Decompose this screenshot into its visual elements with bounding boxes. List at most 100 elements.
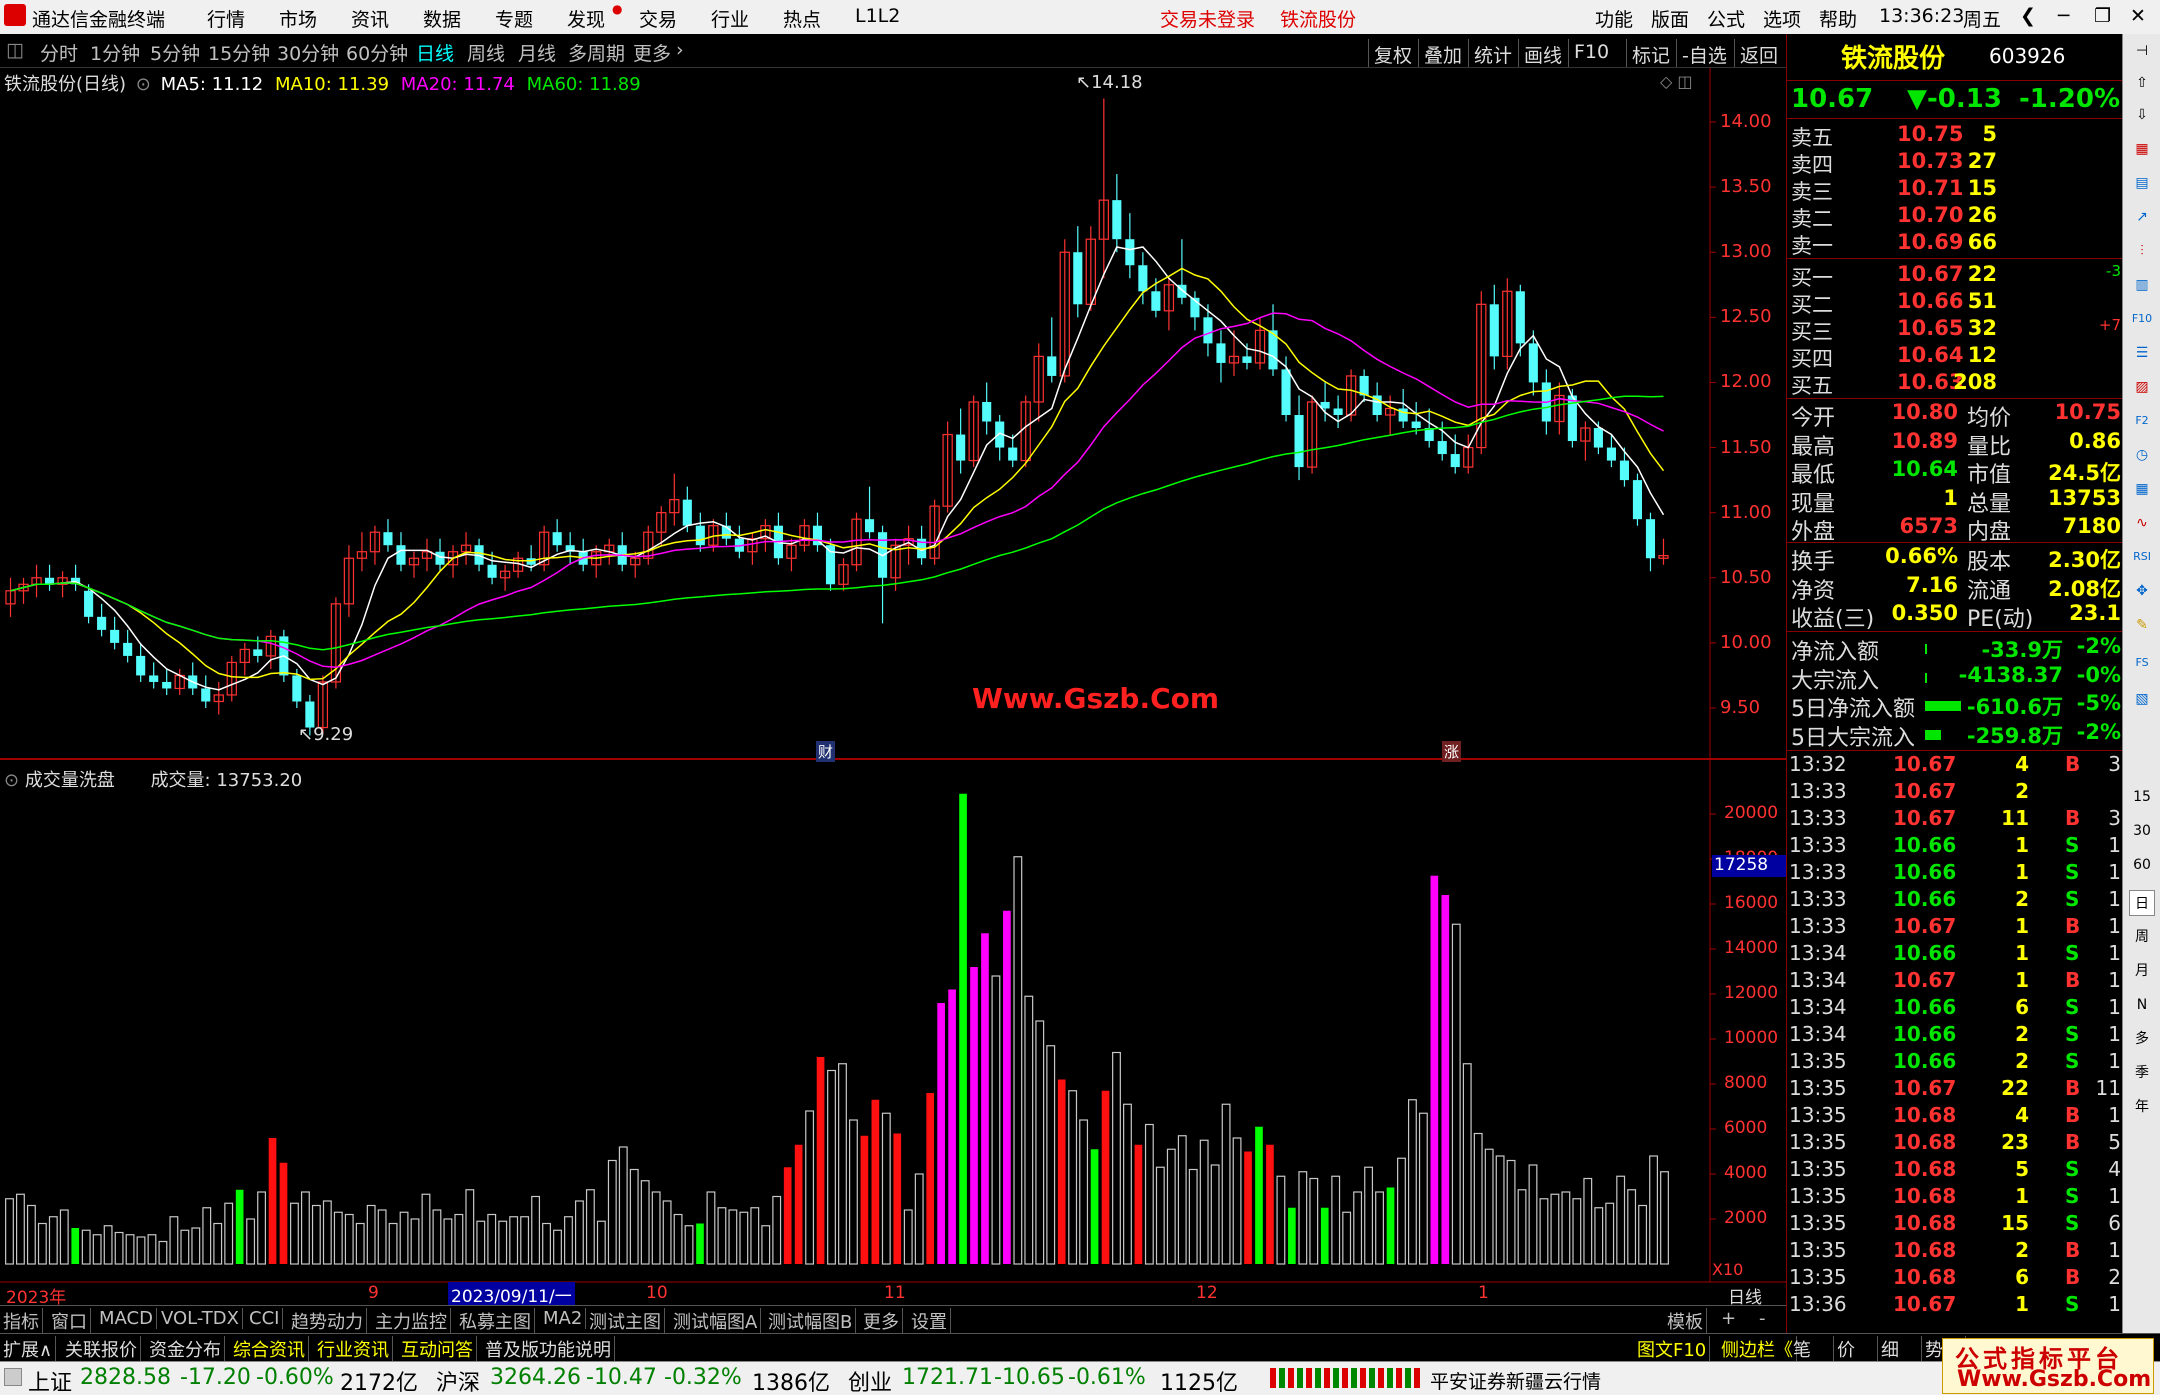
tab-window[interactable]: 窗口 xyxy=(48,1308,91,1334)
grid-icon[interactable]: ▤ xyxy=(2129,170,2155,196)
period-tab-selected[interactable]: 日线 xyxy=(416,39,454,66)
tool-button[interactable]: 画线 xyxy=(1518,39,1567,67)
stat-row[interactable]: 现量 1 总量 13753 xyxy=(1787,486,2123,517)
arrow-up-icon[interactable]: ⇧ xyxy=(2129,70,2155,96)
remove-button[interactable]: - xyxy=(1756,1308,1769,1329)
tab-trend[interactable]: 趋势动力 xyxy=(288,1308,367,1334)
period-quarter[interactable]: 季 xyxy=(2129,1060,2155,1086)
kline-volume-chart[interactable] xyxy=(0,68,1786,1305)
tick-row[interactable]: 13:35 10.68 15 S 6 xyxy=(1787,1211,2123,1238)
tab-macd[interactable]: MACD xyxy=(96,1308,157,1329)
stat-row[interactable]: 今开 10.80 均价 10.75 xyxy=(1787,400,2123,431)
period-multi[interactable]: 多 xyxy=(2129,1026,2155,1052)
tool-button[interactable]: -自选 xyxy=(1676,39,1732,67)
clock-icon[interactable]: ◷ xyxy=(2129,442,2155,468)
tick-row[interactable]: 13:36 10.67 1 S 1 xyxy=(1787,1292,2123,1319)
period-tab[interactable]: 月线 xyxy=(518,39,556,66)
settings-dot-icon[interactable]: ⊙ xyxy=(136,74,151,95)
index-name[interactable]: 创业 xyxy=(848,1365,892,1395)
restore-icon[interactable]: ❐ xyxy=(2094,5,2111,27)
tab-industry[interactable]: 行业资讯 xyxy=(314,1336,393,1362)
menu-item[interactable]: 发现 xyxy=(567,5,605,32)
sidebar-toggle[interactable]: 侧边栏《 xyxy=(1718,1336,1797,1362)
period-year[interactable]: 年 xyxy=(2129,1094,2155,1120)
tick-row[interactable]: 13:35 10.68 6 B 2 xyxy=(1787,1265,2123,1292)
tick-row[interactable]: 13:33 10.67 11 B 3 xyxy=(1787,806,2123,833)
tab-test-b[interactable]: 测试幅图B xyxy=(765,1308,857,1334)
ask-row[interactable]: 卖一 10.69 66 xyxy=(1787,230,2123,258)
period-tab[interactable]: 分时 xyxy=(40,39,78,66)
tick-row[interactable]: 13:33 10.66 1 S 1 xyxy=(1787,833,2123,860)
minimize-icon[interactable]: ─ xyxy=(2058,5,2069,27)
tick-row[interactable]: 13:33 10.67 2 xyxy=(1787,779,2123,806)
flow-row[interactable]: 净流入额 -33.9万 -2% xyxy=(1787,634,2123,665)
add-button[interactable]: + xyxy=(1718,1308,1739,1329)
tab-test-a[interactable]: 测试幅图A xyxy=(670,1308,762,1334)
period-tab[interactable]: 更多 xyxy=(633,39,671,66)
stat-row[interactable]: 收益(三) 0.350 PE(动) 23.1 xyxy=(1787,601,2123,632)
doc-icon[interactable]: ▥ xyxy=(2129,272,2155,298)
period-tab[interactable]: 1分钟 xyxy=(90,39,140,66)
tick-row[interactable]: 13:34 10.66 1 S 1 xyxy=(1787,941,2123,968)
tab-test-main[interactable]: 测试主图 xyxy=(586,1308,665,1334)
event-marker[interactable]: 涨 xyxy=(1442,741,1462,762)
image-icon[interactable]: ▧ xyxy=(2129,686,2155,712)
tool-button[interactable]: 统计 xyxy=(1468,39,1517,67)
menu-item[interactable]: 帮助 xyxy=(1819,5,1857,32)
trend-icon[interactable]: ↗ xyxy=(2129,204,2155,230)
tab-help[interactable]: 普及版功能说明 xyxy=(482,1336,615,1362)
tick-row[interactable]: 13:35 10.68 5 S 4 xyxy=(1787,1157,2123,1184)
stat-row[interactable]: 最高 10.89 量比 0.86 xyxy=(1787,429,2123,460)
tab-expand[interactable]: 扩展∧ xyxy=(0,1336,57,1362)
tick-row[interactable]: 13:35 10.67 22 B 11 xyxy=(1787,1076,2123,1103)
period-month[interactable]: 月 xyxy=(2129,958,2155,984)
period-15[interactable]: 15 xyxy=(2129,784,2155,810)
tab-qa[interactable]: 互动问答 xyxy=(398,1336,477,1362)
period-tab[interactable]: 15分钟 xyxy=(208,39,270,66)
stat-row[interactable]: 最低 10.64 市值 24.5亿 xyxy=(1787,457,2123,488)
stat-row[interactable]: 换手 0.66% 股本 2.30亿 xyxy=(1787,544,2123,575)
period-week[interactable]: 周 xyxy=(2129,924,2155,950)
panel-toggle-icon[interactable]: ◫ xyxy=(6,39,24,61)
news-marker[interactable]: 财 xyxy=(816,741,836,762)
f10-icon[interactable]: F10 xyxy=(2129,306,2155,332)
menu-item[interactable]: L1L2 xyxy=(855,5,900,27)
flow-row[interactable]: 大宗流入 -4138.37 -0% xyxy=(1787,663,2123,694)
list-icon[interactable]: ☰ xyxy=(2129,340,2155,366)
menu-item[interactable]: 热点 xyxy=(783,5,821,32)
menu-item[interactable]: 公式 xyxy=(1707,5,1745,32)
tick-row[interactable]: 13:33 10.66 1 S 1 xyxy=(1787,860,2123,887)
tick-row[interactable]: 13:35 10.68 23 B 5 xyxy=(1787,1130,2123,1157)
menu-item[interactable]: 行业 xyxy=(711,5,749,32)
period-tab[interactable]: 周线 xyxy=(467,39,505,66)
menu-item[interactable]: 资讯 xyxy=(351,5,389,32)
bid-row[interactable]: 买三 10.65 32 +7 xyxy=(1787,316,2123,344)
stat-row[interactable]: 净资 7.16 流通 2.08亿 xyxy=(1787,573,2123,604)
tick-row[interactable]: 13:35 10.68 4 B 1 xyxy=(1787,1103,2123,1130)
back-icon[interactable]: ❮ xyxy=(2020,5,2036,27)
tab-ma2[interactable]: MA2 xyxy=(540,1308,587,1329)
f10-button[interactable]: 图文F10 xyxy=(1634,1336,1711,1362)
tab-price[interactable]: 价 xyxy=(1834,1336,1878,1362)
menu-item[interactable]: 市场 xyxy=(279,5,317,32)
tab-news[interactable]: 综合资讯 xyxy=(230,1336,309,1362)
bid-row[interactable]: 买二 10.66 51 xyxy=(1787,289,2123,317)
tool-button[interactable]: 复权 xyxy=(1368,39,1417,67)
tab-related[interactable]: 关联报价 xyxy=(62,1336,141,1362)
bid-row[interactable]: 买四 10.64 12 xyxy=(1787,343,2123,371)
chart-options-icon[interactable]: ◇ ◫ xyxy=(1660,72,1693,91)
menu-item[interactable]: 功能 xyxy=(1595,5,1633,32)
menu-item[interactable]: 版面 xyxy=(1651,5,1689,32)
ask-row[interactable]: 卖四 10.73 27 xyxy=(1787,149,2123,177)
tick-row[interactable]: 13:35 10.66 2 S 1 xyxy=(1787,1049,2123,1076)
close-icon[interactable]: ✕ xyxy=(2130,5,2146,27)
period-n[interactable]: N xyxy=(2129,992,2155,1018)
tab-fund[interactable]: 资金分布 xyxy=(146,1336,225,1362)
index-name[interactable]: 沪深 xyxy=(436,1365,480,1395)
period-tab[interactable]: 多周期 xyxy=(568,39,625,66)
collapse-icon[interactable]: ⊙ xyxy=(4,770,19,791)
tool-button[interactable]: 叠加 xyxy=(1418,39,1467,67)
wave-icon[interactable]: ∿ xyxy=(2129,510,2155,536)
tick-row[interactable]: 13:35 10.68 2 B 1 xyxy=(1787,1238,2123,1265)
menu-item[interactable]: 行情 xyxy=(207,5,245,32)
